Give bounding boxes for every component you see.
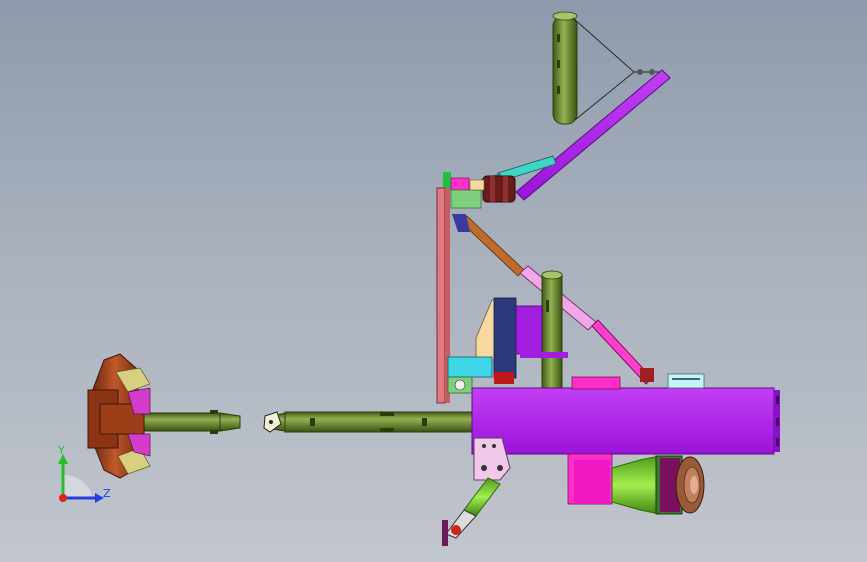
hanging-cylinder[interactable] bbox=[552, 11, 578, 125]
z-axis-label: Z bbox=[103, 487, 111, 500]
sling-cables bbox=[572, 17, 664, 121]
lower-strut[interactable] bbox=[442, 477, 501, 546]
vertical-mast[interactable] bbox=[436, 187, 446, 404]
gearbox-housing[interactable] bbox=[567, 453, 705, 515]
left-boom-tube[interactable] bbox=[141, 410, 241, 434]
mast-head-bracket[interactable] bbox=[443, 172, 516, 209]
right-boom-tube[interactable] bbox=[265, 411, 476, 433]
main-purple-body[interactable] bbox=[471, 387, 780, 455]
cyan-block-slot bbox=[672, 378, 700, 380]
cad-assembly-drawing[interactable]: Y Z bbox=[0, 0, 867, 562]
top-magenta-block[interactable] bbox=[571, 376, 621, 390]
orange-diagonal-rod[interactable] bbox=[460, 215, 525, 277]
y-axis-label: Y bbox=[57, 444, 65, 457]
cad-viewport[interactable]: Y Z bbox=[0, 0, 867, 562]
top-cyan-block[interactable] bbox=[667, 373, 705, 389]
cutter-head[interactable] bbox=[87, 353, 151, 479]
vertical-support-column[interactable] bbox=[541, 270, 563, 394]
upper-purple-boom[interactable] bbox=[515, 69, 671, 201]
